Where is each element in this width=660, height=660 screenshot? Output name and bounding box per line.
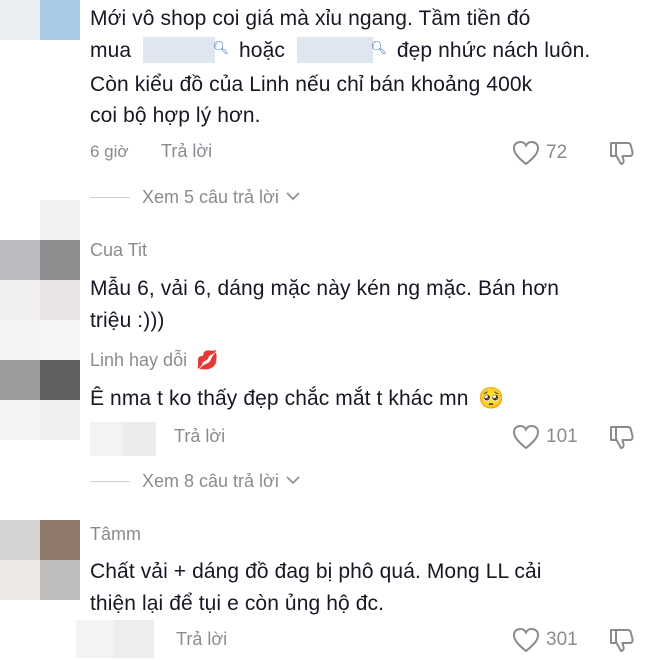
pleading-face-emoji: 🥺 <box>478 387 505 410</box>
divider <box>90 481 130 482</box>
heart-outline-icon <box>512 140 540 166</box>
blurred-avatar <box>40 560 80 600</box>
comment-text: Còn kiểu đồ của Linh nếu chỉ bán khoảng … <box>90 73 533 96</box>
thumbs-down-icon <box>608 139 636 167</box>
blurred-avatar <box>114 620 154 658</box>
comment-text: Mới vô shop coi giá mà xỉu ngang. Tầm ti… <box>90 7 531 30</box>
blurred-avatar <box>40 280 80 320</box>
dislike-button[interactable] <box>608 626 636 654</box>
blurred-link[interactable]: 🔍︎ <box>296 37 387 63</box>
lips-emoji: 💋 <box>196 350 219 370</box>
thumbs-down-icon <box>608 626 636 654</box>
view-replies-button[interactable]: Xem 5 câu trả lời <box>142 187 300 208</box>
heart-outline-icon <box>512 424 540 450</box>
chevron-down-icon <box>286 476 300 485</box>
reply-button[interactable]: Trả lời <box>161 141 212 162</box>
comment-username[interactable]: Cua Tit <box>90 240 147 261</box>
thumbs-down-icon <box>608 423 636 451</box>
comment-text: Mẫu 6, vải 6, dáng mặc này kén ng mặc. B… <box>90 277 559 300</box>
like-count: 72 <box>546 142 568 163</box>
blurred-avatar <box>0 520 40 560</box>
blurred-avatar <box>40 360 80 400</box>
blurred-avatar <box>0 0 40 40</box>
comment-text: mua 🔍︎ hoặc 🔍︎ đẹp nhức nách luôn. <box>90 36 590 65</box>
blurred-avatar <box>40 0 80 40</box>
reply-button[interactable]: Trả lời <box>174 426 225 447</box>
blurred-avatar <box>0 320 40 360</box>
search-icon: 🔍︎ <box>370 40 387 55</box>
comment-time: 6 giờ <box>90 142 129 161</box>
dislike-button[interactable] <box>608 423 636 451</box>
blurred-avatar <box>0 240 40 280</box>
blurred-avatar <box>0 560 40 600</box>
comment-text: Chất vải + dáng đồ đag bị phô quá. Mong … <box>90 560 542 583</box>
blurred-avatar <box>0 400 40 440</box>
blurred-avatar <box>0 360 40 400</box>
reply-button[interactable]: Trả lời <box>176 629 227 650</box>
comment-username[interactable]: Linh hay dỗi 💋 <box>90 350 219 371</box>
like-count: 101 <box>546 426 578 447</box>
comment-text: triệu :))) <box>90 309 165 332</box>
view-replies-button[interactable]: Xem 8 câu trả lời <box>142 471 300 492</box>
blurred-avatar <box>40 200 80 240</box>
search-icon: 🔍︎ <box>212 40 230 55</box>
comment-text: Ê nma t ko thấy đẹp chắc mắt t khác mn 🥺 <box>90 387 505 410</box>
blurred-avatar <box>40 520 80 560</box>
chevron-down-icon <box>286 192 300 201</box>
heart-outline-icon <box>512 627 540 653</box>
comment-username[interactable]: Tâmm <box>90 524 141 545</box>
blurred-avatar <box>76 620 114 658</box>
comment-text: coi bộ hợp lý hơn. <box>90 104 261 127</box>
blurred-avatar <box>40 240 80 280</box>
blurred-avatar <box>122 422 156 456</box>
blurred-avatar <box>40 320 80 360</box>
divider <box>90 197 130 198</box>
comment-text: thiện lại để tụi e còn ủng hộ đc. <box>90 592 385 615</box>
blurred-avatar <box>40 400 80 440</box>
like-count: 301 <box>546 629 578 650</box>
blurred-avatar <box>90 422 122 456</box>
blurred-avatar <box>0 280 40 320</box>
dislike-button[interactable] <box>608 139 636 167</box>
blurred-link[interactable]: 🔍︎ <box>143 37 229 63</box>
